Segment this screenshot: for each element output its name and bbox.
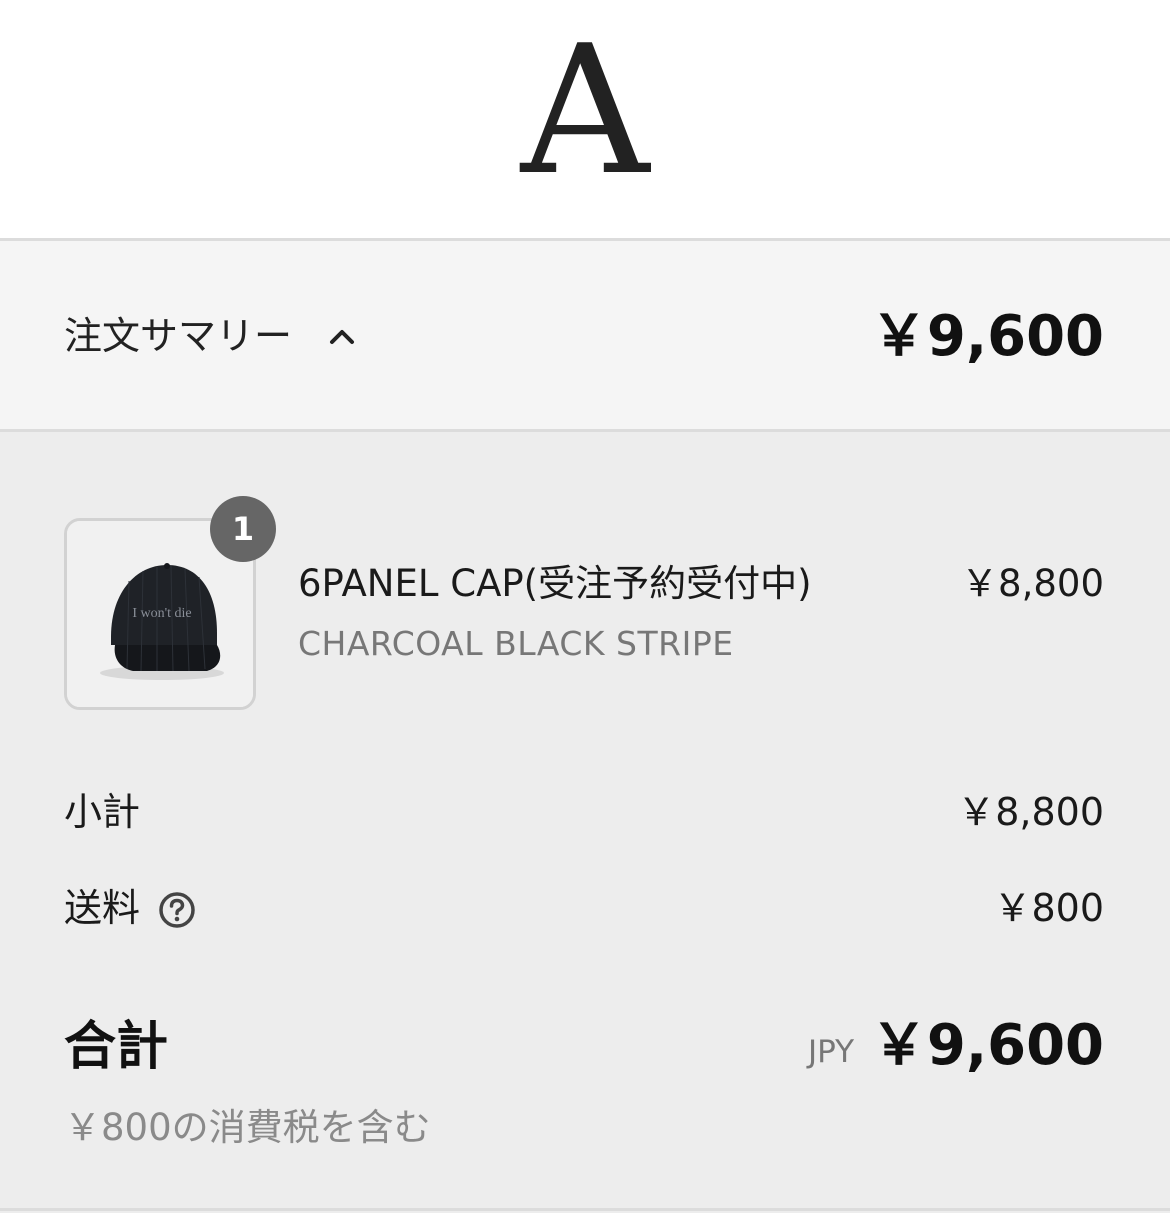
- subtotal-value: ￥8,800: [957, 790, 1104, 834]
- tax-note: ￥800の消費税を含む: [64, 1106, 431, 1149]
- total-currency: JPY: [808, 1034, 855, 1070]
- cap-print-text: I won't die: [132, 606, 191, 621]
- bottom-divider: [0, 1208, 1170, 1211]
- subtotal-label: 小計: [64, 790, 141, 834]
- product-price: ￥8,800: [961, 562, 1104, 605]
- product-variant: CHARCOAL BLACK STRIPE: [298, 624, 734, 663]
- total-label: 合計: [64, 1017, 169, 1077]
- shipping-label: 送料: [64, 886, 141, 930]
- brand-logo[interactable]: A: [0, 22, 1170, 200]
- quantity-badge: 1: [210, 496, 276, 562]
- order-summary-total: ￥9,600: [870, 304, 1104, 369]
- product-name: 6PANEL CAP(受注予約受付中): [298, 562, 812, 605]
- question-circle-icon[interactable]: [158, 891, 196, 929]
- order-summary-label[interactable]: 注文サマリー: [64, 312, 292, 360]
- chevron-up-icon[interactable]: [325, 320, 359, 354]
- shipping-value: ￥800: [993, 886, 1104, 930]
- store-header: A: [0, 0, 1170, 241]
- total-value: ￥9,600: [870, 1013, 1104, 1078]
